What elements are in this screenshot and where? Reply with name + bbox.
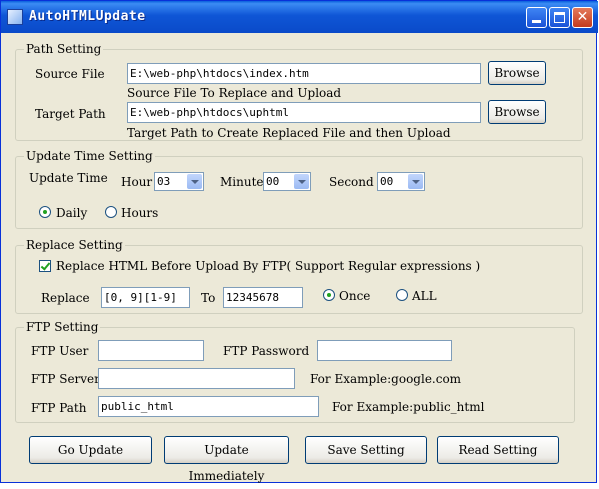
once-radio[interactable] [323, 289, 335, 301]
close-button[interactable]: ✕ [572, 7, 593, 28]
second-label: Second [329, 175, 374, 189]
hour-label: Hour [121, 175, 153, 189]
minimize-button[interactable] [526, 7, 547, 28]
all-radio[interactable] [396, 289, 408, 301]
minute-label: Minute [220, 175, 264, 189]
target-browse-button[interactable]: Browse [488, 100, 546, 124]
path-setting-legend: Path Setting [24, 42, 104, 56]
target-path-hint: Target Path to Create Replaced File and … [127, 126, 451, 140]
daily-radio[interactable] [39, 206, 51, 218]
source-file-hint: Source File To Replace and Upload [127, 86, 342, 100]
window-title: AutoHTMLUpdate [29, 9, 146, 24]
ftp-path-example: For Example:public_html [332, 400, 485, 414]
maximize-button[interactable] [549, 7, 570, 28]
hour-select[interactable]: 03 [154, 172, 204, 191]
hour-value: 03 [157, 175, 171, 188]
app-icon [7, 9, 23, 25]
chevron-down-icon[interactable] [187, 174, 202, 189]
once-label[interactable]: Once [339, 289, 370, 303]
chevron-down-icon[interactable] [408, 174, 423, 189]
save-setting-button[interactable]: Save Setting [305, 436, 427, 464]
read-setting-button[interactable]: Read Setting [437, 436, 559, 464]
replace-pattern-input[interactable]: [0, 9][1-9] [101, 287, 190, 308]
replace-label: Replace [41, 291, 90, 305]
ftp-server-example: For Example:google.com [310, 372, 462, 386]
ftp-password-input[interactable] [317, 340, 452, 361]
hours-radio[interactable] [105, 206, 117, 218]
close-icon: ✕ [576, 9, 589, 25]
ftp-path-label: FTP Path [31, 401, 87, 415]
replace-to-input[interactable]: 12345678 [223, 287, 303, 308]
ftp-user-input[interactable] [98, 340, 204, 361]
hours-label[interactable]: Hours [121, 206, 158, 220]
ftp-server-label: FTP Server [31, 372, 100, 386]
replace-html-label[interactable]: Replace HTML Before Upload By FTP( Suppo… [56, 259, 480, 273]
source-file-label: Source File [35, 67, 105, 81]
replace-setting-legend: Replace Setting [24, 238, 125, 252]
daily-label[interactable]: Daily [56, 206, 87, 220]
second-value: 00 [380, 175, 394, 188]
second-select[interactable]: 00 [377, 172, 425, 191]
minute-select[interactable]: 00 [263, 172, 311, 191]
ftp-password-label: FTP Password [223, 344, 310, 358]
replace-html-checkbox[interactable] [39, 260, 51, 272]
update-time-group: Update Time Setting [15, 149, 583, 229]
update-immediately-button[interactable]: Update Immediately [164, 436, 289, 483]
source-file-input[interactable]: E:\web-php\htdocs\index.htm [127, 63, 481, 84]
update-time-label: Update Time [29, 171, 108, 185]
target-path-label: Target Path [35, 107, 106, 121]
target-path-input[interactable]: E:\web-php\htdocs\uphtml [127, 102, 481, 123]
title-bar[interactable]: AutoHTMLUpdate ✕ [1, 1, 598, 33]
minute-value: 00 [266, 175, 280, 188]
app-window: AutoHTMLUpdate ✕ Path Setting Source Fil… [0, 0, 598, 483]
go-update-button[interactable]: Go Update [29, 436, 152, 464]
ftp-setting-legend: FTP Setting [24, 320, 101, 334]
ftp-user-label: FTP User [31, 344, 89, 358]
all-label[interactable]: ALL [412, 289, 437, 303]
ftp-server-input[interactable] [98, 368, 295, 389]
chevron-down-icon[interactable] [294, 174, 309, 189]
source-browse-button[interactable]: Browse [488, 61, 546, 85]
update-time-legend: Update Time Setting [24, 149, 155, 163]
to-label: To [201, 291, 216, 305]
ftp-path-input[interactable]: public_html [98, 396, 319, 417]
